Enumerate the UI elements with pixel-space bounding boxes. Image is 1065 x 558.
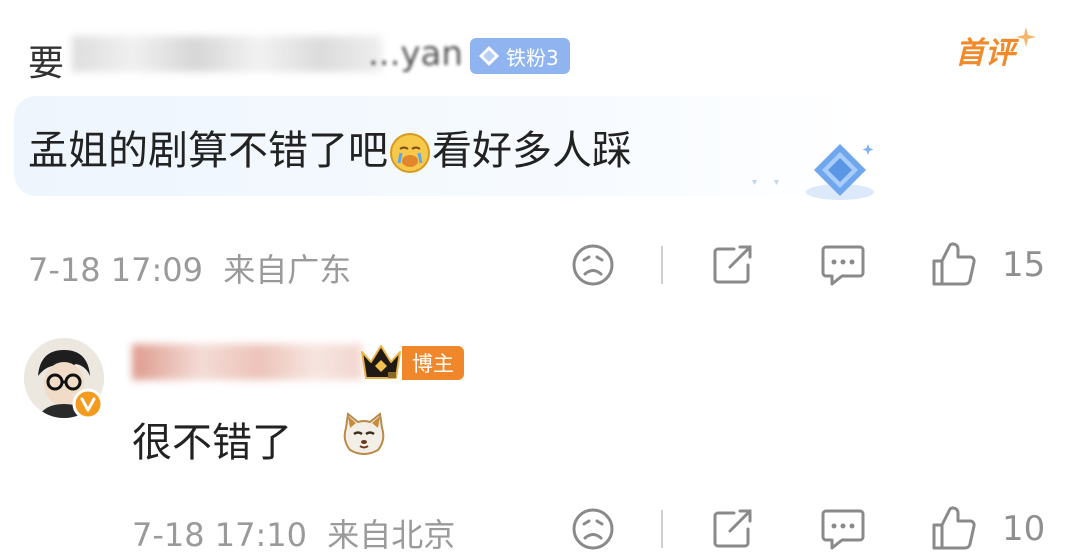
username-blur (72, 36, 382, 72)
like-count: 15 (1002, 245, 1046, 285)
reply-share-icon[interactable] (710, 507, 754, 551)
first-comment-tag: 首评 (955, 36, 1015, 71)
fan-badge-label: 铁粉3 (506, 45, 559, 70)
username[interactable]: 要 ...yan (28, 30, 463, 84)
reply-username[interactable] (132, 340, 362, 384)
location: 来自广东 (223, 251, 352, 289)
comment-text-part2: 看好多人踩 (432, 128, 632, 174)
reply-comment-icon[interactable] (820, 507, 866, 551)
comment-text-part1: 孟姐的剧算不错了吧 (28, 128, 388, 174)
username-suffix: ...yan (368, 34, 463, 74)
reply-text: 很不错了 (132, 410, 292, 468)
verified-badge-icon (72, 388, 104, 420)
sparkle-icon (1016, 27, 1036, 47)
comment-icon[interactable] (820, 243, 866, 287)
reply-username-blur (132, 344, 362, 380)
bubble-diamond-icon (806, 144, 874, 200)
crying-emoji-icon (388, 131, 432, 175)
share-icon[interactable] (710, 243, 754, 287)
divider (661, 246, 663, 284)
comment-text: 孟姐的剧算不错了吧 看好多人踩 (28, 118, 632, 176)
username-prefix: 要 (28, 43, 65, 84)
crown-icon (361, 345, 401, 379)
like-icon[interactable] (930, 241, 978, 287)
comment-meta: 7-18 17:09 来自广东 (28, 245, 351, 291)
reply-like-count: 10 (1002, 509, 1046, 549)
fan-badge[interactable]: 铁粉3 (470, 38, 570, 74)
reply-text-content: 很不错了 (132, 420, 292, 466)
blogger-badge: 博主 (402, 346, 464, 380)
bubble-dots-icon (752, 180, 779, 185)
reply-like-icon[interactable] (930, 505, 978, 551)
cat-emoji-icon (343, 412, 385, 455)
timestamp: 7-18 17:09 (28, 251, 204, 289)
reply-divider (661, 510, 663, 548)
reply-dislike-face-icon[interactable] (571, 507, 615, 551)
reply-meta: 7-18 17:10 来自北京 (132, 510, 455, 556)
diamond-icon (479, 46, 499, 66)
reply-timestamp: 7-18 17:10 (132, 516, 308, 554)
reply-location: 来自北京 (327, 516, 456, 554)
dislike-face-icon[interactable] (571, 243, 615, 287)
